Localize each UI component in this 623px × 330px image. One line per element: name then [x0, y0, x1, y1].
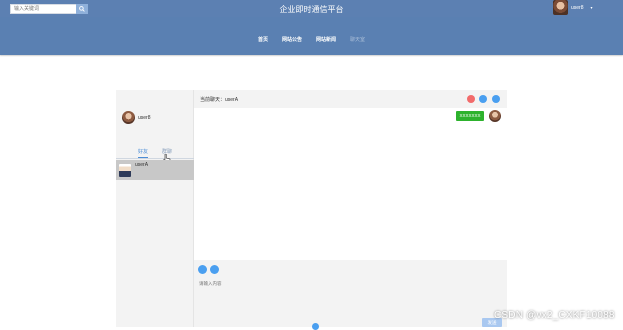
chat-sidebar: user8 好友 群聊 userA — [116, 90, 194, 327]
nav-item-announcements[interactable]: 网站公告 — [282, 36, 302, 43]
image-button[interactable] — [210, 265, 219, 274]
message-input[interactable] — [199, 278, 489, 288]
avatar — [553, 0, 568, 15]
avatar — [489, 110, 501, 122]
history-button[interactable] — [479, 95, 487, 103]
caret-down-icon: ▾ — [590, 5, 593, 10]
sidebar-tabs: 好友 群聊 — [116, 148, 194, 159]
top-bar: 企业即时通信平台 user8 ▾ — [0, 0, 623, 17]
site-title: 企业即时通信平台 — [279, 5, 344, 14]
nav-item-news[interactable]: 网站新闻 — [316, 36, 336, 43]
main-nav: 首页 网站公告 网站新闻 聊天室 — [0, 36, 623, 43]
message-composer: 发送 — [194, 260, 507, 327]
nav-bar: 首页 网站公告 网站新闻 聊天室 — [0, 17, 623, 55]
user-name: user8 — [571, 4, 584, 11]
current-user-name: user8 — [138, 114, 151, 121]
emoji-button[interactable] — [198, 265, 207, 274]
contact-item[interactable]: userA — [116, 160, 194, 180]
more-button[interactable] — [492, 95, 500, 103]
avatar — [119, 164, 131, 177]
watermark: CSDN @vx2_CXKF10088 — [494, 310, 615, 321]
avatar — [122, 111, 135, 124]
nav-item-chatroom[interactable]: 聊天室 — [350, 36, 365, 43]
current-user: user8 — [122, 111, 151, 124]
delete-button[interactable] — [467, 95, 475, 103]
contact-name: userA — [135, 162, 149, 168]
chat-title: 当前聊天：userA — [200, 97, 239, 103]
user-menu[interactable]: user8 ▾ — [553, 0, 593, 15]
message-list: XXXXXXX — [194, 108, 507, 260]
chat-header: 当前聊天：userA — [194, 90, 507, 108]
nav-item-home[interactable]: 首页 — [258, 36, 268, 43]
message-bubble: XXXXXXX — [456, 111, 484, 121]
tab-friends[interactable]: 好友 — [137, 148, 148, 158]
